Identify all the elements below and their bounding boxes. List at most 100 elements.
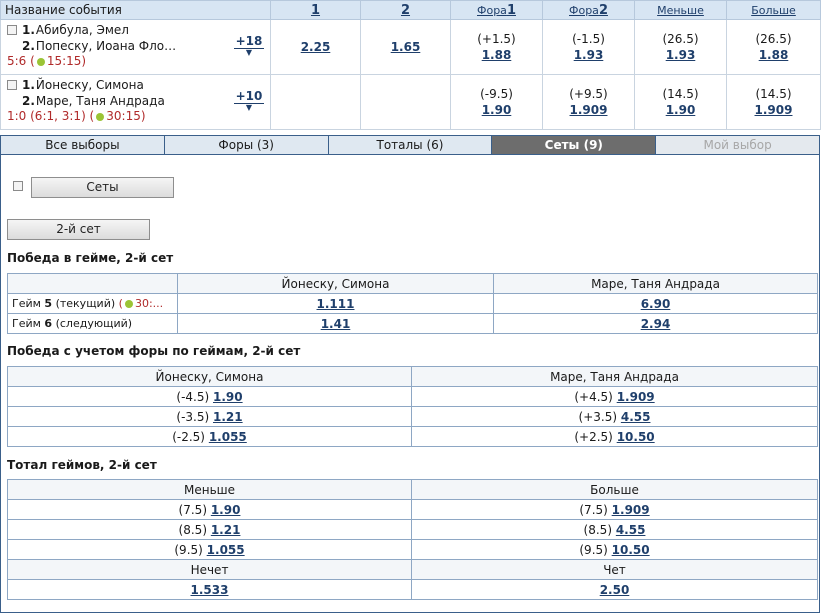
player-1-name: Йонеску, Симона [35,78,144,92]
section-title-total: Тотал геймов, 2-й сет [7,458,157,472]
col-header-more[interactable]: Больше [726,0,821,20]
col-header-fora1[interactable]: Фора1 [450,0,543,20]
chevron-down-icon: ▼ [245,48,253,57]
tab-totals[interactable]: Тоталы (6) [328,136,493,154]
empty-cell [7,273,178,294]
odd-under[interactable]: (26.5) 1.93 [634,19,727,75]
odd-win1 [270,74,361,130]
sets-button[interactable]: Сеты [31,177,174,198]
event-name-cell: 1. Йонеску, Симона 2. Маре, Таня Андрада 1… [0,74,271,130]
player-number: 1. [22,78,35,92]
odd-cell[interactable]: (+3.5) 4.55 [411,406,818,427]
odd-under[interactable]: (14.5) 1.90 [634,74,727,130]
odd-over[interactable]: (14.5) 1.909 [726,74,821,130]
event-checkbox[interactable] [7,80,17,90]
table-row: (7.5) 1.90 (7.5) 1.909 [7,499,818,520]
event-name-cell: 1. Абибула, Эмел 2. Попеску, Иоана Фло… 5:… [0,19,271,75]
tab-all[interactable]: Все выборы [1,136,165,154]
player-2-name: Попеску, Иоана Фло… [35,39,177,53]
odd-win1[interactable]: 2.25 [270,19,361,75]
table-header-row: Меньше Больше [7,479,818,500]
player-number: 2. [22,39,35,53]
total-table: Меньше Больше (7.5) 1.90 (7.5) 1.909 (8.… [7,479,818,600]
player-2-name: Маре, Таня Андрада [35,94,165,108]
col-header-fora2[interactable]: Фора2 [542,0,635,20]
table-row: Гейм 6 (следующий) 1.41 2.94 [7,313,818,334]
game-label: Гейм 6 (следующий) [7,313,178,334]
odd-header: Нечет [7,559,412,580]
odd-cell[interactable]: (7.5) 1.90 [7,499,412,520]
game-win-table: Йонеску, Симона Маре, Таня Андрада Гейм … [7,273,818,334]
handicap-table: Йонеску, Симона Маре, Таня Андрада (-4.5… [7,366,818,447]
player-number: 1. [22,23,35,37]
more-bets-toggle[interactable]: +18 ▼ [234,34,264,57]
odd-cell[interactable]: 1.111 [177,293,494,314]
odd-over[interactable]: (26.5) 1.88 [726,19,821,75]
table-header-row: Йонеску, Симона Маре, Таня Андрада [7,366,818,387]
player-2-header: Маре, Таня Андрада [411,366,818,387]
player-1-header: Йонеску, Симона [177,273,494,294]
tennis-ball-icon [36,57,45,66]
table-row: (-4.5) 1.90 (+4.5) 1.909 [7,386,818,407]
player-2-header: Маре, Таня Андрада [493,273,818,294]
over-header: Больше [411,479,818,500]
odd-cell[interactable]: (8.5) 4.55 [411,519,818,540]
live-score: 5:6 (15:15) [7,54,87,68]
events-header-row: Название события 1 2 Фора1 Фора2 Меньше … [0,0,821,20]
market-tabs: Все выборы Форы (3) Тоталы (6) Сеты (9) … [0,135,820,155]
odd-cell[interactable]: (7.5) 1.909 [411,499,818,520]
odd-cell[interactable]: 1.533 [7,579,412,600]
under-header: Меньше [7,479,412,500]
chevron-down-icon: ▼ [245,103,253,112]
game-label: Гейм 5 (текущий) (30:... [7,293,178,314]
tab-handicaps[interactable]: Форы (3) [164,136,329,154]
col-header-2[interactable]: 2 [360,0,451,20]
odd-cell[interactable]: (9.5) 10.50 [411,539,818,560]
odd-cell[interactable]: (-4.5) 1.90 [7,386,412,407]
odd-win2[interactable]: 1.65 [360,19,451,75]
tennis-ball-icon [124,300,133,308]
player-1-header: Йонеску, Симона [7,366,412,387]
odd-fora1[interactable]: (+1.5) 1.88 [450,19,543,75]
markets-panel: Сеты 2-й сет Победа в гейме, 2-й сет Йон… [0,155,820,613]
set2-button[interactable]: 2-й сет [7,219,150,240]
odd-fora2[interactable]: (+9.5) 1.909 [542,74,635,130]
player-1-name: Абибула, Эмел [35,23,129,37]
odd-fora1[interactable]: (-9.5) 1.90 [450,74,543,130]
table-row: (9.5) 1.055 (9.5) 10.50 [7,539,818,560]
odd-cell[interactable]: 2.50 [411,579,818,600]
section-title-game-win: Победа в гейме, 2-й сет [7,251,174,265]
event-row: 1. Йонеску, Симона 2. Маре, Таня Андрада 1… [0,74,821,130]
tennis-ball-icon [96,112,105,121]
live-score: 1:0 (6:1, 3:1) (30:15) [7,109,146,123]
odd-cell[interactable]: 1.41 [177,313,494,334]
event-checkbox[interactable] [7,25,17,35]
col-header-1[interactable]: 1 [270,0,361,20]
more-bets-toggle[interactable]: +10 ▼ [234,89,264,112]
player-number: 2. [22,94,35,108]
odd-cell[interactable]: (-3.5) 1.21 [7,406,412,427]
table-header-row: Нечет Чет [7,559,818,580]
odd-cell[interactable]: (+2.5) 10.50 [411,426,818,447]
table-row: (-3.5) 1.21 (+3.5) 4.55 [7,406,818,427]
table-row: Гейм 5 (текущий) (30:... 1.111 6.90 [7,293,818,314]
tab-sets[interactable]: Сеты (9) [492,136,657,154]
odd-cell[interactable]: (8.5) 1.21 [7,519,412,540]
odd-cell[interactable]: (+4.5) 1.909 [411,386,818,407]
section-title-handicap: Победа с учетом форы по геймам, 2-й сет [7,344,301,358]
col-header-less[interactable]: Меньше [634,0,727,20]
sets-checkbox[interactable] [13,181,23,191]
table-row: (-2.5) 1.055 (+2.5) 10.50 [7,426,818,447]
table-row: (8.5) 1.21 (8.5) 4.55 [7,519,818,540]
events-table: Название события 1 2 Фора1 Фора2 Меньше … [0,0,821,130]
odd-cell[interactable]: 6.90 [493,293,818,314]
odd-cell[interactable]: (9.5) 1.055 [7,539,412,560]
even-header: Чет [411,559,818,580]
odd-fora2[interactable]: (-1.5) 1.93 [542,19,635,75]
odd-cell[interactable]: 2.94 [493,313,818,334]
odd-cell[interactable]: (-2.5) 1.055 [7,426,412,447]
col-header-name: Название события [0,0,271,20]
tab-my-choice[interactable]: Мой выбор [656,136,819,154]
odd-win2 [360,74,451,130]
event-row: 1. Абибула, Эмел 2. Попеску, Иоана Фло… 5:… [0,19,821,75]
